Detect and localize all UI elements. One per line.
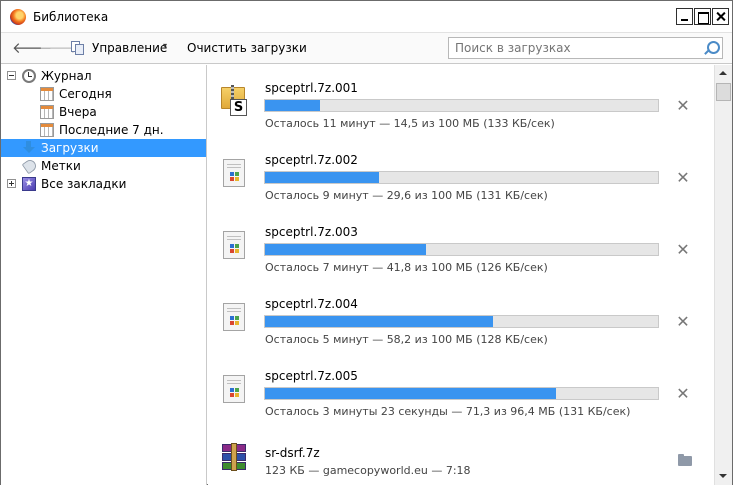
- cancel-download-button[interactable]: ✕: [676, 386, 690, 402]
- download-item[interactable]: spceptrl.7z.003 Осталось 7 минут — 41,8 …: [208, 213, 714, 285]
- download-filename: spceptrl.7z.004: [265, 297, 358, 311]
- clear-downloads-button[interactable]: Очистить загрузки: [187, 41, 307, 55]
- search-input[interactable]: [455, 40, 700, 56]
- download-progress-fill: [265, 100, 321, 111]
- download-status: Осталось 7 минут — 41,8 из 100 МБ (126 К…: [265, 261, 548, 274]
- collapse-toggle[interactable]: [7, 71, 16, 80]
- open-folder-icon[interactable]: [678, 454, 692, 466]
- cancel-download-button[interactable]: ✕: [676, 314, 690, 330]
- sidebar-item-tags[interactable]: Метки: [1, 157, 206, 175]
- download-item-completed[interactable]: sr-dsrf.7z 123 КБ — gamecopyworld.eu — 7…: [208, 429, 714, 485]
- organize-icon[interactable]: [71, 41, 85, 55]
- download-filename: spceptrl.7z.005: [265, 369, 358, 383]
- file-icon: [223, 375, 245, 403]
- sidebar-tree: Журнал Сегодня Вчера Последние 7 дн. Заг…: [1, 65, 207, 485]
- sfx-archive-icon: S: [221, 85, 247, 117]
- sidebar-item-journal[interactable]: Журнал: [1, 67, 206, 85]
- calendar-icon: [40, 105, 54, 119]
- download-status: Осталось 5 минут — 58,2 из 100 МБ (128 К…: [265, 333, 548, 346]
- sidebar-item-label: Журнал: [41, 69, 92, 83]
- download-filename: spceptrl.7z.002: [265, 153, 358, 167]
- cancel-download-button[interactable]: ✕: [676, 170, 690, 186]
- download-progress-bar: [264, 243, 659, 256]
- download-progress-bar: [264, 315, 659, 328]
- download-item[interactable]: S spceptrl.7z.001 Осталось 11 минут — 14…: [208, 69, 714, 141]
- sidebar-item-today[interactable]: Сегодня: [1, 85, 206, 103]
- vertical-scrollbar[interactable]: [714, 65, 732, 485]
- download-progress-fill: [265, 172, 379, 183]
- chevron-down-icon[interactable]: ▾: [163, 41, 167, 50]
- download-progress-bar: [264, 99, 659, 112]
- search-icon[interactable]: [703, 41, 720, 56]
- firefox-icon: [10, 9, 26, 25]
- forward-arrow-icon[interactable]: 🡒: [39, 40, 79, 56]
- sidebar-item-label: Последние 7 дн.: [59, 123, 164, 137]
- download-item[interactable]: spceptrl.7z.002 Осталось 9 минут — 29,6 …: [208, 141, 714, 213]
- library-window: Библиотека 🡐 🡒 Управление ▾ Очистить заг…: [0, 0, 733, 485]
- sidebar-item-yesterday[interactable]: Вчера: [1, 103, 206, 121]
- download-progress-fill: [265, 316, 493, 327]
- download-progress-bar: [264, 171, 659, 184]
- cancel-download-button[interactable]: ✕: [676, 98, 690, 114]
- manage-menu-button[interactable]: Управление: [92, 41, 167, 55]
- download-status: 123 КБ — gamecopyworld.eu — 7:18: [265, 464, 471, 477]
- sidebar-item-label: Загрузки: [41, 141, 99, 155]
- scroll-up-button[interactable]: [715, 65, 732, 82]
- tag-icon: [21, 157, 39, 175]
- sidebar-item-label: Метки: [41, 159, 81, 173]
- sidebar-item-label: Сегодня: [59, 87, 112, 101]
- title-bar: Библиотека: [1, 1, 732, 33]
- download-status: Осталось 3 минуты 23 секунды — 71,3 из 9…: [265, 405, 631, 418]
- minimize-button[interactable]: [676, 8, 693, 25]
- expand-toggle[interactable]: [7, 179, 16, 188]
- download-filename: spceptrl.7z.001: [265, 81, 358, 95]
- download-progress-fill: [265, 388, 556, 399]
- back-arrow-icon[interactable]: 🡐: [12, 40, 52, 56]
- cancel-download-button[interactable]: ✕: [676, 242, 690, 258]
- download-icon: [22, 141, 36, 155]
- download-item[interactable]: spceptrl.7z.005 Осталось 3 минуты 23 сек…: [208, 357, 714, 429]
- calendar-icon: [40, 123, 54, 137]
- file-icon: [223, 159, 245, 187]
- clock-icon: [22, 69, 36, 83]
- scroll-down-button[interactable]: [715, 468, 732, 485]
- bookmarks-star-icon: ★: [22, 177, 36, 191]
- sidebar-item-downloads[interactable]: Загрузки: [1, 139, 206, 157]
- calendar-icon: [40, 87, 54, 101]
- sidebar-item-label: Все закладки: [41, 177, 127, 191]
- search-field[interactable]: [448, 37, 723, 59]
- download-progress-bar: [264, 387, 659, 400]
- downloads-list: S spceptrl.7z.001 Осталось 11 минут — 14…: [208, 65, 714, 485]
- close-window-button[interactable]: [712, 8, 729, 25]
- file-icon: [223, 303, 245, 331]
- scrollbar-thumb[interactable]: [716, 83, 731, 101]
- download-progress-fill: [265, 244, 427, 255]
- download-filename: sr-dsrf.7z: [265, 446, 320, 460]
- maximize-button[interactable]: [694, 8, 711, 25]
- download-status: Осталось 11 минут — 14,5 из 100 МБ (133 …: [265, 117, 555, 130]
- file-icon: [223, 231, 245, 259]
- download-item[interactable]: spceptrl.7z.004 Осталось 5 минут — 58,2 …: [208, 285, 714, 357]
- sidebar-item-label: Вчера: [59, 105, 97, 119]
- rar-archive-icon: [219, 443, 249, 474]
- sidebar-item-all-bookmarks[interactable]: ★ Все закладки: [1, 175, 206, 193]
- window-title: Библиотека: [33, 10, 109, 24]
- download-filename: spceptrl.7z.003: [265, 225, 358, 239]
- sidebar-item-last7[interactable]: Последние 7 дн.: [1, 121, 206, 139]
- download-status: Осталось 9 минут — 29,6 из 100 МБ (131 К…: [265, 189, 548, 202]
